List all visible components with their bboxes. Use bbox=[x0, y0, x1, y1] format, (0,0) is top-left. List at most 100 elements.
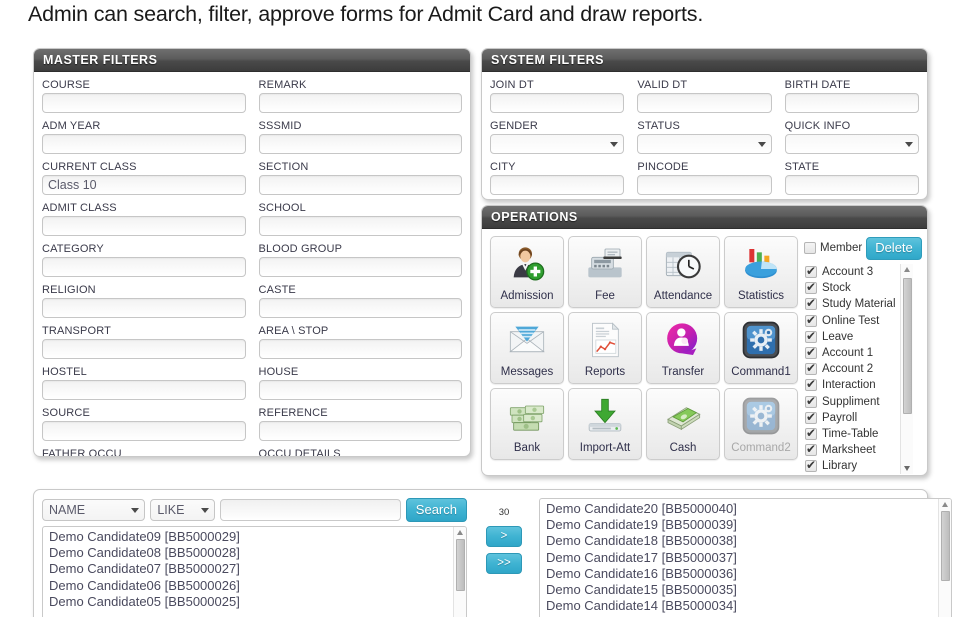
operation-tile-bank[interactable]: Bank bbox=[490, 388, 564, 460]
module-checkbox[interactable] bbox=[805, 394, 817, 408]
scrollbar-thumb[interactable] bbox=[903, 278, 912, 414]
filter-current-class-input[interactable]: Class 10 bbox=[42, 175, 246, 195]
module-list-scrollbar[interactable] bbox=[900, 264, 913, 475]
module-item-marksheet[interactable]: Marksheet bbox=[805, 442, 899, 458]
module-item-interaction[interactable]: Interaction bbox=[805, 377, 899, 393]
filter-remark-input[interactable] bbox=[258, 93, 462, 113]
module-label: Account 2 bbox=[822, 363, 874, 376]
sysfilter-city-input[interactable] bbox=[490, 175, 625, 195]
sysfilter-join-dt-input[interactable] bbox=[490, 93, 625, 113]
operation-tile-cash[interactable]: Cash bbox=[646, 388, 720, 460]
target-candidate-list[interactable]: Demo Candidate20 [BB5000040] Demo Candida… bbox=[539, 498, 952, 617]
filter-house-input[interactable] bbox=[258, 380, 462, 400]
move-all-button[interactable]: >> bbox=[486, 553, 522, 574]
module-checkbox[interactable] bbox=[805, 442, 817, 457]
scroll-down-arrow-icon[interactable] bbox=[904, 466, 910, 472]
operation-tile-reports[interactable]: Reports bbox=[568, 312, 642, 384]
filter-school-input[interactable] bbox=[258, 216, 462, 236]
filter-category-input[interactable] bbox=[42, 257, 246, 277]
operation-tile-statistics[interactable]: Statistics bbox=[724, 236, 798, 308]
page-title: Admin can search, filter, approve forms … bbox=[28, 2, 704, 26]
module-item-account-2[interactable]: Account 2 bbox=[805, 361, 899, 377]
list-item[interactable]: Demo Candidate07 [BB5000027] bbox=[49, 561, 450, 577]
scroll-up-arrow-icon[interactable] bbox=[457, 530, 463, 535]
filter-area-stop-input[interactable] bbox=[258, 339, 462, 359]
operation-tile-attendance[interactable]: Attendance bbox=[646, 236, 720, 308]
filter-section-input[interactable] bbox=[258, 175, 462, 195]
filter-caste-input[interactable] bbox=[258, 298, 462, 318]
module-item-stock[interactable]: Stock bbox=[805, 280, 899, 296]
sysfilter-status-select[interactable] bbox=[637, 134, 772, 154]
scrollbar-thumb[interactable] bbox=[941, 511, 950, 581]
list-item[interactable]: Demo Candidate15 [BB5000035] bbox=[546, 582, 935, 598]
list-item[interactable]: Demo Candidate08 [BB5000028] bbox=[49, 545, 450, 561]
operation-tile-transfer[interactable]: Transfer bbox=[646, 312, 720, 384]
module-item-suppliment[interactable]: Suppliment bbox=[805, 394, 899, 410]
search-input[interactable] bbox=[219, 499, 401, 521]
filter-hostel-input[interactable] bbox=[42, 380, 246, 400]
list-item[interactable]: Demo Candidate09 [BB5000029] bbox=[49, 529, 450, 545]
operation-tile-import-att[interactable]: Import-Att bbox=[568, 388, 642, 460]
module-item-payroll[interactable]: Payroll bbox=[805, 410, 899, 426]
delete-button[interactable]: Delete bbox=[866, 236, 922, 260]
filter-sssmid-input[interactable] bbox=[258, 134, 462, 154]
filter-adm-year-input[interactable] bbox=[42, 134, 246, 154]
list-item[interactable]: Demo Candidate06 [BB5000026] bbox=[49, 578, 450, 594]
module-item-study-material[interactable]: Study Material bbox=[805, 296, 899, 312]
sysfilter-pincode-input[interactable] bbox=[637, 175, 772, 195]
source-list-scrollbar[interactable] bbox=[453, 527, 466, 617]
sysfilter-quick-info-select[interactable] bbox=[784, 134, 919, 154]
filter-category-label: CATEGORY bbox=[42, 243, 104, 255]
module-checkbox[interactable] bbox=[805, 361, 817, 376]
module-checkbox[interactable] bbox=[805, 345, 817, 360]
list-item[interactable]: Demo Candidate05 [BB5000025] bbox=[49, 594, 450, 610]
move-one-button[interactable]: > bbox=[486, 526, 522, 547]
filter-source-input[interactable] bbox=[42, 421, 246, 441]
operation-tile-command1[interactable]: Command1 bbox=[724, 312, 798, 384]
module-checkbox[interactable] bbox=[805, 329, 817, 343]
module-checkbox[interactable] bbox=[805, 313, 817, 327]
module-item-library[interactable]: Library bbox=[805, 458, 899, 474]
scrollbar-thumb[interactable] bbox=[456, 539, 465, 591]
module-item-account-1[interactable]: Account 1 bbox=[805, 345, 899, 361]
module-checkbox[interactable] bbox=[805, 410, 817, 424]
module-checkbox[interactable] bbox=[805, 458, 817, 473]
search-operator-select[interactable]: LIKE bbox=[150, 499, 215, 521]
operation-tile-fee[interactable]: Fee bbox=[568, 236, 642, 308]
filter-transport-input[interactable] bbox=[42, 339, 246, 359]
scroll-up-arrow-icon[interactable] bbox=[942, 502, 948, 507]
source-candidate-list[interactable]: Demo Candidate09 [BB5000029] Demo Candida… bbox=[42, 526, 467, 617]
sysfilter-valid-dt-input[interactable] bbox=[637, 93, 772, 113]
module-item-account-3[interactable]: Account 3 bbox=[805, 264, 899, 280]
module-checkbox[interactable] bbox=[805, 377, 817, 392]
sysfilter-quick-info-field: QUICK INFO bbox=[784, 119, 919, 154]
search-field-select[interactable]: NAME bbox=[42, 499, 146, 521]
filter-admit-class-input[interactable] bbox=[42, 216, 246, 236]
filter-religion-input[interactable] bbox=[42, 298, 246, 318]
scroll-up-arrow-icon[interactable] bbox=[904, 267, 910, 272]
module-item-time-table[interactable]: Time-Table bbox=[805, 426, 899, 442]
list-item[interactable]: Demo Candidate16 [BB5000036] bbox=[546, 566, 935, 582]
list-item[interactable]: Demo Candidate18 [BB5000038] bbox=[546, 533, 935, 549]
module-item-online-test[interactable]: Online Test bbox=[805, 313, 899, 329]
list-item[interactable]: Demo Candidate19 [BB5000039] bbox=[546, 517, 935, 533]
sysfilter-birth-date-input[interactable] bbox=[784, 93, 919, 113]
module-item-leave[interactable]: Leave bbox=[805, 329, 899, 345]
target-list-scrollbar[interactable] bbox=[938, 499, 951, 617]
list-item[interactable]: Demo Candidate17 [BB5000037] bbox=[546, 550, 935, 566]
operation-tile-admission[interactable]: Admission bbox=[490, 236, 564, 308]
list-item[interactable]: Demo Candidate14 [BB5000034] bbox=[546, 598, 935, 614]
sysfilter-gender-select[interactable] bbox=[490, 134, 625, 154]
sysfilter-state-input[interactable] bbox=[784, 175, 919, 195]
search-button[interactable]: Search bbox=[405, 498, 467, 522]
module-checkbox[interactable] bbox=[805, 426, 817, 440]
filter-course-input[interactable] bbox=[42, 93, 246, 113]
operation-tile-messages[interactable]: Messages bbox=[490, 312, 564, 384]
module-checkbox[interactable] bbox=[805, 280, 817, 295]
module-checkbox[interactable] bbox=[805, 296, 817, 311]
list-item[interactable]: Demo Candidate20 [BB5000040] bbox=[546, 501, 935, 517]
module-checkbox[interactable] bbox=[805, 264, 817, 279]
filter-blood-group-input[interactable] bbox=[258, 257, 462, 277]
member-checkbox[interactable] bbox=[804, 242, 816, 254]
filter-reference-input[interactable] bbox=[258, 421, 462, 441]
